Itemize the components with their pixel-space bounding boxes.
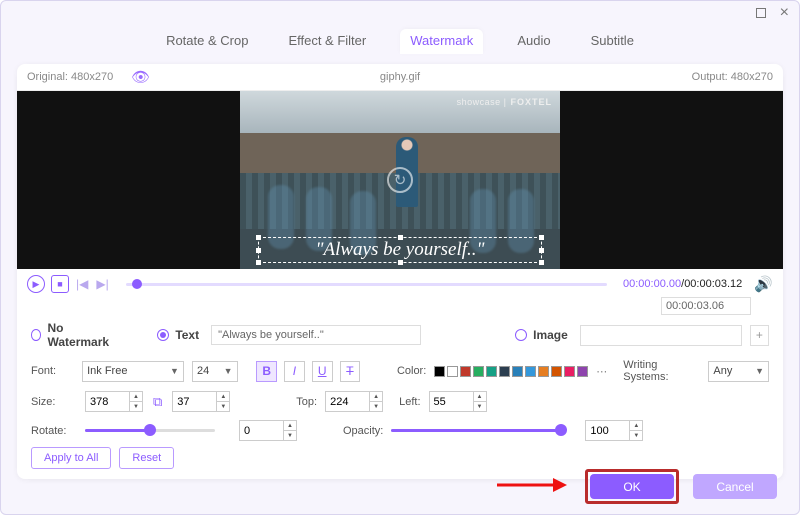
ok-highlight: OK	[585, 469, 679, 504]
color-swatch[interactable]	[473, 366, 484, 377]
rotate-slider[interactable]	[85, 429, 215, 432]
refresh-icon[interactable]: ↻	[387, 167, 413, 193]
font-label: Font:	[31, 365, 74, 377]
strike-button[interactable]: T	[340, 361, 361, 382]
preview-toggle-icon[interactable]: 👁	[131, 68, 150, 86]
footer-buttons: OK Cancel	[585, 469, 777, 504]
maximize-icon[interactable]	[756, 6, 766, 21]
bold-button[interactable]: B	[256, 361, 277, 382]
video-preview[interactable]: showcase |FOXTEL ↻ "Always be yourself..…	[17, 91, 783, 269]
next-frame-button[interactable]: ▶|	[95, 277, 109, 291]
color-swatch[interactable]	[460, 366, 471, 377]
color-label: Color:	[397, 365, 426, 377]
watermark-options: No Watermark Text Image +	[17, 315, 783, 355]
duration-input[interactable]	[661, 297, 751, 315]
tabs: Rotate & Crop Effect & Filter Watermark …	[1, 25, 799, 64]
play-button[interactable]: ▶	[27, 275, 45, 293]
width-stepper[interactable]: ▲▼	[85, 391, 143, 412]
tab-audio[interactable]: Audio	[511, 29, 556, 54]
color-swatch[interactable]	[525, 366, 536, 377]
font-size-select[interactable]: 24▼	[192, 361, 238, 382]
color-swatch[interactable]	[486, 366, 497, 377]
file-name: giphy.gif	[380, 71, 420, 83]
text-controls: Font: Ink Free▼ 24▼ B I U T Color: ⋯ Wri…	[17, 355, 783, 445]
left-stepper[interactable]: ▲▼	[429, 391, 487, 412]
watermark-text-input[interactable]	[211, 325, 421, 345]
color-swatch[interactable]	[577, 366, 588, 377]
tab-effect-filter[interactable]: Effect & Filter	[282, 29, 372, 54]
color-swatch[interactable]	[512, 366, 523, 377]
apply-all-button[interactable]: Apply to All	[31, 447, 111, 469]
writing-systems-label: Writing Systems:	[623, 359, 700, 383]
more-colors-icon[interactable]: ⋯	[596, 365, 607, 378]
radio-no-watermark[interactable]: No Watermark	[31, 321, 116, 349]
color-swatch[interactable]	[551, 366, 562, 377]
video-frame: showcase |FOXTEL ↻ "Always be yourself..…	[240, 91, 560, 269]
watermark-image-field[interactable]	[580, 325, 742, 346]
color-swatch[interactable]	[434, 366, 445, 377]
output-dimensions: Output: 480x270	[692, 71, 773, 83]
radio-text-watermark[interactable]: Text	[157, 328, 199, 342]
top-label: Top:	[296, 396, 317, 408]
size-label: Size:	[31, 396, 77, 408]
timeline-slider[interactable]	[126, 283, 607, 286]
rotate-stepper[interactable]: ▲▼	[239, 420, 297, 441]
radio-image-watermark[interactable]: Image	[515, 328, 568, 342]
watermark-overlay[interactable]: "Always be yourself.."	[258, 237, 542, 263]
playhead[interactable]	[132, 279, 142, 289]
duration-box	[17, 297, 783, 315]
annotation-arrow-icon	[495, 474, 569, 496]
opacity-stepper[interactable]: ▲▼	[585, 420, 643, 441]
main-panel: Original: 480x270 👁 giphy.gif Output: 48…	[17, 64, 783, 479]
writing-systems-select[interactable]: Any▼	[708, 361, 769, 382]
underline-button[interactable]: U	[312, 361, 333, 382]
color-swatch[interactable]	[447, 366, 458, 377]
opacity-label: Opacity:	[343, 425, 383, 437]
brand-overlay: showcase |FOXTEL	[457, 97, 552, 107]
reset-button[interactable]: Reset	[119, 447, 174, 469]
color-swatch[interactable]	[564, 366, 575, 377]
title-bar: ×	[1, 1, 799, 25]
app-window: × Rotate & Crop Effect & Filter Watermar…	[0, 0, 800, 515]
tab-subtitle[interactable]: Subtitle	[585, 29, 640, 54]
rotate-label: Rotate:	[31, 425, 77, 437]
color-swatches	[434, 366, 588, 377]
top-stepper[interactable]: ▲▼	[325, 391, 383, 412]
tab-rotate-crop[interactable]: Rotate & Crop	[160, 29, 254, 54]
tab-watermark[interactable]: Watermark	[400, 29, 483, 54]
font-family-select[interactable]: Ink Free▼	[82, 361, 184, 382]
color-swatch[interactable]	[499, 366, 510, 377]
volume-icon[interactable]: 🔊	[754, 275, 773, 293]
info-bar: Original: 480x270 👁 giphy.gif Output: 48…	[17, 64, 783, 91]
cancel-button[interactable]: Cancel	[693, 474, 777, 499]
height-stepper[interactable]: ▲▼	[172, 391, 230, 412]
original-dimensions: Original: 480x270	[27, 71, 113, 83]
add-image-button[interactable]: +	[750, 325, 769, 346]
player-controls: ▶ ■ |◀ ▶| 00:00:00.00/00:00:03.12 🔊	[17, 269, 783, 299]
watermark-text: "Always be yourself.."	[316, 239, 485, 261]
italic-button[interactable]: I	[284, 361, 305, 382]
left-label: Left:	[399, 396, 420, 408]
color-swatch[interactable]	[538, 366, 549, 377]
timecode: 00:00:00.00/00:00:03.12	[623, 278, 742, 290]
opacity-slider[interactable]	[391, 429, 561, 432]
link-aspect-icon[interactable]: ⧉	[153, 394, 162, 410]
close-icon[interactable]: ×	[780, 4, 789, 22]
stop-button[interactable]: ■	[51, 275, 69, 293]
ok-button[interactable]: OK	[590, 474, 674, 499]
prev-frame-button[interactable]: |◀	[75, 277, 89, 291]
